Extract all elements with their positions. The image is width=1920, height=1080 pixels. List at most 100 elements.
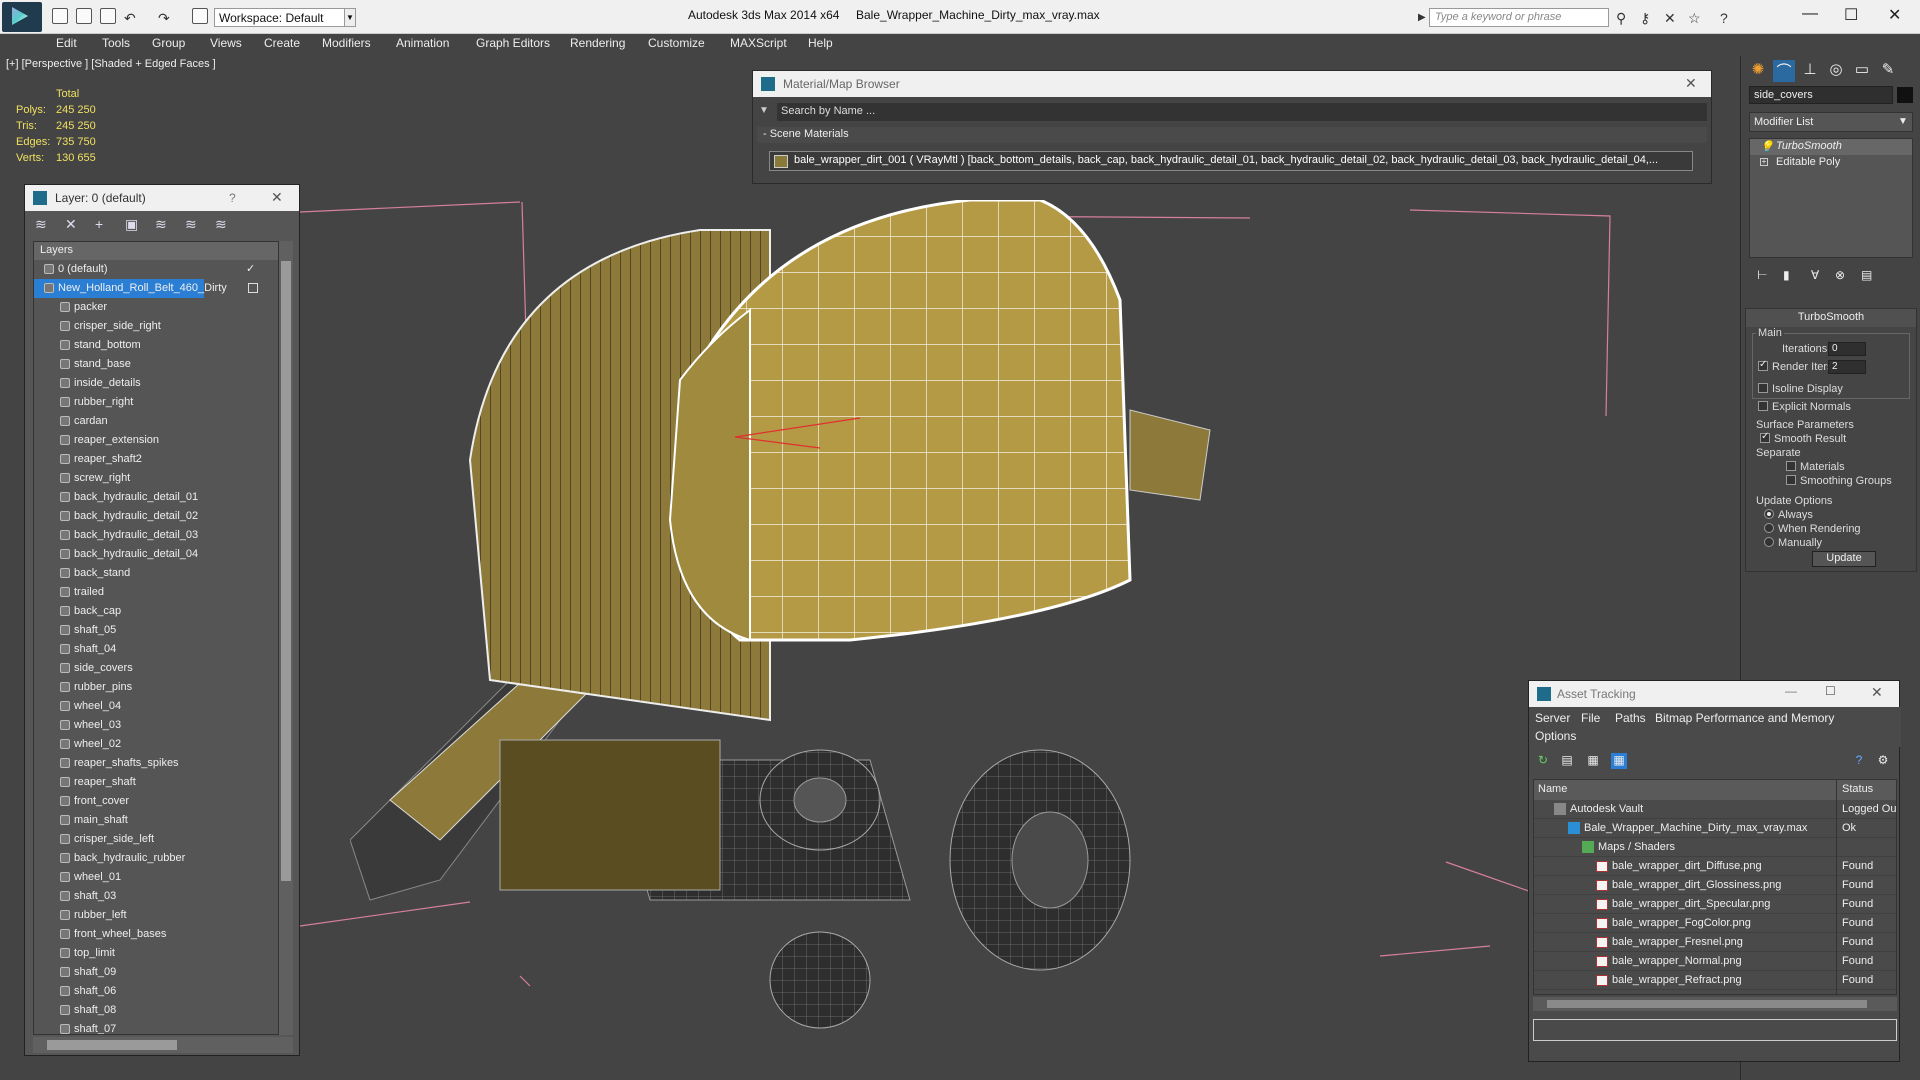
asset-row[interactable]: bale_wrapper_dirt_Specular.png Found [1534, 895, 1896, 914]
utilities-tab-icon[interactable]: ✎ [1877, 60, 1899, 82]
layer-row-object[interactable]: wheel_04 [34, 697, 278, 716]
asset-row[interactable]: bale_wrapper_Normal.png Found [1534, 952, 1896, 971]
refresh-icon[interactable]: ↻ [1535, 753, 1551, 769]
menu-animation[interactable]: Animation [396, 36, 449, 50]
workspace-dropdown-icon[interactable]: ▼ [344, 8, 356, 27]
menu-graph-editors[interactable]: Graph Editors [476, 36, 550, 50]
help-icon[interactable]: ? [1851, 753, 1867, 769]
display-tab-icon[interactable]: ▭ [1851, 60, 1873, 82]
smooth-result-checkbox[interactable] [1760, 431, 1770, 443]
asset-menu-bitmap[interactable]: Bitmap Performance and Memory [1655, 711, 1834, 725]
expand-icon[interactable]: + [1760, 158, 1768, 166]
materials-checkbox[interactable] [1786, 461, 1796, 471]
menu-modifiers[interactable]: Modifiers [322, 36, 371, 50]
communication-icon[interactable]: ✕ [1664, 10, 1676, 27]
delete-layer-icon[interactable]: ✕ [65, 216, 81, 232]
menu-group[interactable]: Group [152, 36, 185, 50]
layer-row-object[interactable]: reaper_shaft [34, 773, 278, 792]
new-file-icon[interactable] [52, 8, 68, 24]
asset-row[interactable]: bale_wrapper_dirt_Glossiness.png Found [1534, 876, 1896, 895]
current-layer-check-icon[interactable]: ✓ [246, 262, 255, 275]
filter-dropdown-icon[interactable]: ▼ [759, 105, 769, 116]
viewport-label[interactable]: [+] [Perspective ] [Shaded + Edged Faces… [6, 58, 216, 70]
asset-row[interactable]: bale_wrapper_RefractGlossines.png Found [1534, 990, 1896, 994]
menu-maxscript[interactable]: MAXScript [730, 36, 787, 50]
material-browser-close-icon[interactable]: ✕ [1685, 75, 1697, 92]
binoculars-icon[interactable]: ⚲ [1616, 10, 1626, 27]
rollout-title[interactable]: TurboSmooth [1746, 309, 1916, 327]
layer-row-object[interactable]: back_hydraulic_detail_01 [34, 488, 278, 507]
select-objects-icon[interactable]: ▣ [125, 216, 141, 232]
pin-stack-icon[interactable]: ⊢ [1757, 268, 1771, 282]
stack-item-turbosmooth[interactable]: 💡 TurboSmooth [1750, 139, 1912, 155]
maximize-icon[interactable]: ☐ [1844, 5, 1858, 25]
object-name-field[interactable]: side_covers [1749, 86, 1893, 104]
layer-row-selected[interactable]: New_Holland_Roll_Belt_460_Dirty [34, 279, 258, 298]
layer-row-object[interactable]: stand_base [34, 355, 278, 374]
menu-customize[interactable]: Customize [648, 36, 705, 50]
scene-materials-section[interactable]: - Scene Materials [757, 127, 1707, 143]
asset-row[interactable]: Maps / Shaders [1534, 838, 1896, 857]
settings-icon[interactable]: ⚙ [1875, 753, 1891, 769]
layer-row-object[interactable]: rubber_pins [34, 678, 278, 697]
hide-all-icon[interactable]: ≋ [185, 216, 201, 232]
manually-radio[interactable] [1764, 537, 1774, 547]
layer-row-object[interactable]: front_cover [34, 792, 278, 811]
save-file-icon[interactable] [100, 8, 116, 24]
layer-row-object[interactable]: wheel_01 [34, 868, 278, 887]
layer-row-object[interactable]: screw_right [34, 469, 278, 488]
iterations-spinner[interactable]: 0 [1828, 342, 1866, 356]
create-tab-icon[interactable]: ✺ [1747, 60, 1769, 82]
project-folder-icon[interactable] [192, 8, 208, 24]
render-iters-checkbox[interactable] [1758, 359, 1768, 371]
layer-row-default[interactable]: 0 (default) ✓ [34, 260, 278, 279]
lightbulb-icon[interactable]: 💡 [1760, 140, 1774, 153]
layer-row-object[interactable]: main_shaft [34, 811, 278, 830]
layer-row-object[interactable]: crisper_side_left [34, 830, 278, 849]
object-color-swatch[interactable] [1897, 87, 1913, 103]
asset-tracking-title-bar[interactable]: Asset Tracking — ☐ ✕ [1529, 681, 1899, 707]
undo-icon[interactable]: ↶ [124, 10, 136, 27]
asset-hscroll-thumb[interactable] [1547, 1000, 1867, 1008]
freeze-all-icon[interactable]: ≋ [215, 216, 231, 232]
motion-tab-icon[interactable]: ◎ [1825, 60, 1847, 82]
add-to-layer-icon[interactable]: + [95, 216, 111, 232]
workspace-select[interactable]: Workspace: Default [214, 8, 354, 27]
column-divider[interactable] [1836, 780, 1837, 800]
asset-menu-options[interactable]: Options [1535, 729, 1576, 743]
layer-row-object[interactable]: shaft_05 [34, 621, 278, 640]
layer-row-object[interactable]: back_stand [34, 564, 278, 583]
layer-row-object[interactable]: shaft_07 [34, 1020, 278, 1034]
app-logo[interactable] [2, 2, 42, 32]
modifier-list-dropdown[interactable]: Modifier List ▼ [1749, 112, 1913, 132]
asset-path-field[interactable] [1533, 1019, 1897, 1041]
menu-tools[interactable]: Tools [102, 36, 130, 50]
layer-row-object[interactable]: shaft_09 [34, 963, 278, 982]
layer-row-object[interactable]: rubber_right [34, 393, 278, 412]
render-iters-spinner[interactable]: 2 [1828, 360, 1866, 374]
list-view-icon[interactable]: ▤ [1559, 753, 1575, 769]
asset-row[interactable]: bale_wrapper_FogColor.png Found [1534, 914, 1896, 933]
layer-row-object[interactable]: packer [34, 298, 278, 317]
layer-scroll-thumb[interactable] [281, 261, 291, 881]
layer-row-object[interactable]: back_hydraulic_detail_03 [34, 526, 278, 545]
layer-horizontal-scrollbar[interactable] [33, 1037, 293, 1053]
layer-row-object[interactable]: top_limit [34, 944, 278, 963]
make-current-checkbox[interactable] [248, 283, 258, 293]
layer-row-object[interactable]: trailed [34, 583, 278, 602]
layer-panel-title-bar[interactable]: Layer: 0 (default) ? ✕ [25, 185, 299, 211]
search-input[interactable]: Type a keyword or phrase [1429, 8, 1609, 27]
layer-row-object[interactable]: shaft_08 [34, 1001, 278, 1020]
layer-row-object[interactable]: crisper_side_right [34, 317, 278, 336]
layer-hscroll-thumb[interactable] [47, 1040, 177, 1050]
help-icon[interactable]: ? [1720, 10, 1728, 26]
material-row[interactable]: bale_wrapper_dirt_001 ( VRayMtl ) [back_… [769, 151, 1693, 171]
menu-edit[interactable]: Edit [56, 36, 77, 50]
make-unique-icon[interactable]: ∀ [1811, 268, 1825, 282]
update-button[interactable]: Update [1812, 551, 1876, 567]
subscription-icon[interactable]: ⚷ [1640, 10, 1650, 27]
layer-row-object[interactable]: front_wheel_bases [34, 925, 278, 944]
asset-row[interactable]: Autodesk Vault Logged Ou [1534, 800, 1896, 819]
modify-tab-icon[interactable]: ⌒ [1773, 60, 1795, 82]
asset-horizontal-scrollbar[interactable] [1533, 997, 1897, 1011]
